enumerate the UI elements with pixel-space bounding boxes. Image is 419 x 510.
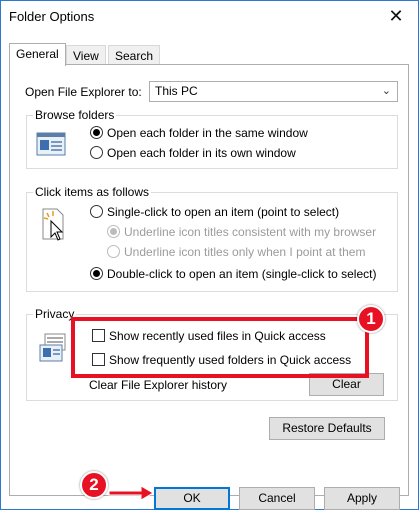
underline-consistent-label: Underline icon titles consistent with my… [124, 225, 377, 239]
apply-button[interactable]: Apply [324, 487, 400, 510]
arrow-right-icon [108, 485, 154, 501]
title-bar: Folder Options ✕ [1, 1, 418, 32]
highlight-box [71, 317, 369, 378]
own-window-label: Open each folder in its own window [107, 146, 296, 160]
chevron-down-icon: ⌄ [381, 85, 391, 97]
same-window-label: Open each folder in the same window [107, 126, 308, 140]
radio-same-window[interactable] [90, 126, 103, 139]
restore-defaults-button[interactable]: Restore Defaults [269, 417, 385, 440]
tab-general[interactable]: General [9, 43, 66, 66]
radio-single-click[interactable] [90, 205, 103, 218]
close-icon[interactable]: ✕ [374, 1, 418, 32]
radio-double-click[interactable] [90, 267, 103, 280]
radio-underline-point[interactable] [107, 245, 120, 258]
open-explorer-select[interactable]: This PC ⌄ [149, 81, 398, 102]
browse-folders-title: Browse folders [33, 108, 117, 122]
browse-folders-icon [36, 132, 66, 156]
annotation-badge-2: 2 [80, 471, 108, 499]
radio-own-window[interactable] [90, 146, 103, 159]
tab-view[interactable]: View [66, 45, 106, 65]
folder-options-window: Folder Options ✕ General View Search Ope… [0, 0, 419, 510]
window-title: Folder Options [9, 9, 95, 24]
browse-folders-group: Browse folders Open each folder in the s… [26, 108, 398, 169]
open-explorer-value: This PC [155, 84, 198, 98]
tab-search[interactable]: Search [108, 45, 161, 65]
privacy-title: Privacy [33, 307, 77, 321]
clear-history-label: Clear File Explorer history [89, 378, 228, 392]
radio-underline-consistent[interactable] [107, 225, 120, 238]
ok-button[interactable]: OK [154, 487, 230, 510]
pointer-click-icon [42, 208, 64, 241]
cancel-button[interactable]: Cancel [239, 487, 315, 510]
click-items-title: Click items as follows [33, 185, 152, 199]
annotation-badge-1: 1 [357, 305, 385, 333]
double-click-label: Double-click to open an item (single-cli… [107, 267, 377, 281]
click-items-group: Click items as follows Single-click to o… [26, 185, 398, 292]
general-panel: Open File Explorer to: This PC ⌄ Browse … [9, 64, 409, 496]
open-explorer-label: Open File Explorer to: [25, 85, 142, 99]
underline-point-label: Underline icon titles only when I point … [124, 245, 366, 259]
single-click-label: Single-click to open an item (point to s… [107, 205, 340, 219]
privacy-icon [39, 333, 66, 362]
